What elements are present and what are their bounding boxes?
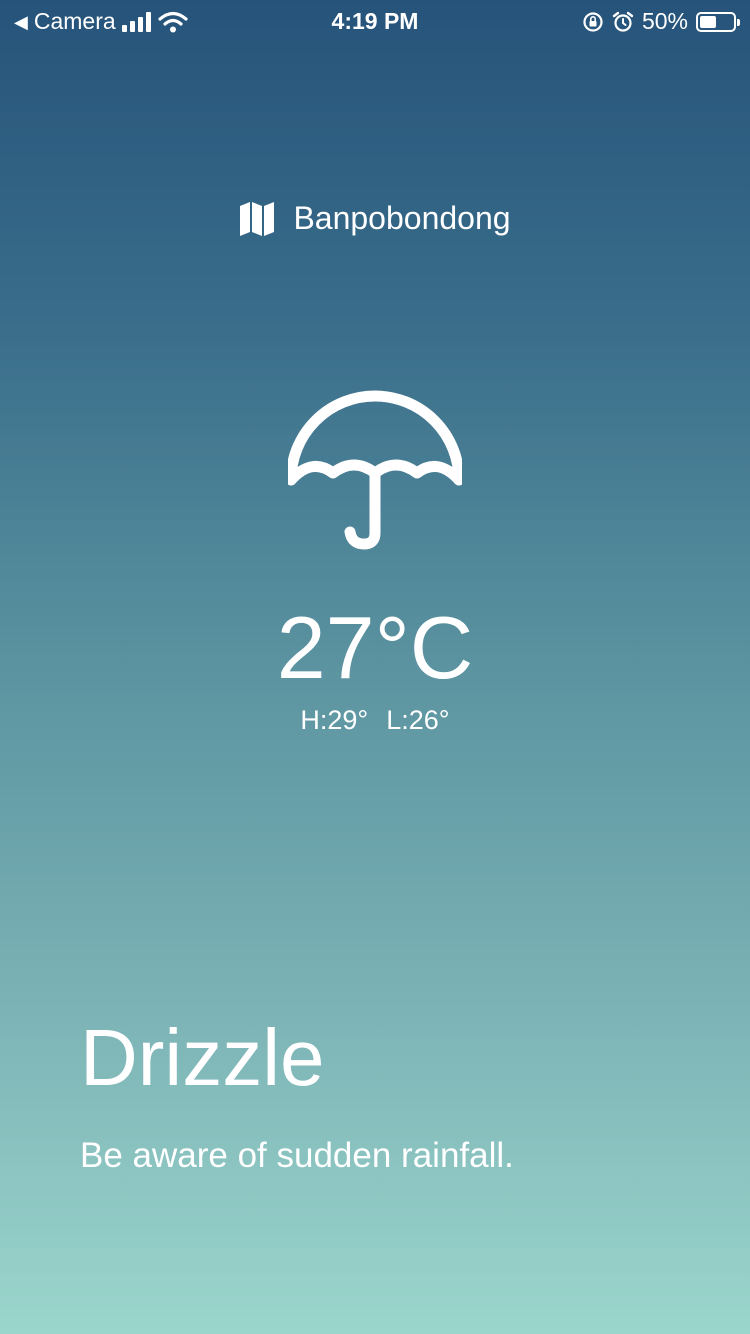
weather-advice: Be aware of sudden rainfall. [80, 1136, 514, 1175]
battery-tip [737, 18, 740, 26]
weather-condition: Drizzle [80, 1013, 325, 1102]
umbrella-icon [288, 390, 462, 550]
status-right: 50% [582, 8, 740, 35]
battery-icon [696, 11, 740, 32]
alarm-icon [612, 11, 634, 32]
location-header[interactable]: Banpobondong [0, 200, 750, 237]
weather-screen: ◀ Camera 4:19 PM 50% Banpobondong 27°C H… [0, 0, 750, 1334]
high-low-temperature: H:29° L:26° [0, 702, 750, 738]
status-bar: ◀ Camera 4:19 PM 50% [0, 0, 750, 40]
battery-fill [700, 15, 716, 28]
high-temperature: H:29° [300, 705, 369, 735]
map-icon [240, 201, 275, 236]
location-name: Banpobondong [293, 200, 511, 236]
battery-percent: 50% [641, 8, 688, 34]
low-temperature: L:26° [386, 705, 450, 735]
current-temperature: 27°C [276, 598, 474, 697]
orientation-lock-icon [583, 11, 603, 32]
